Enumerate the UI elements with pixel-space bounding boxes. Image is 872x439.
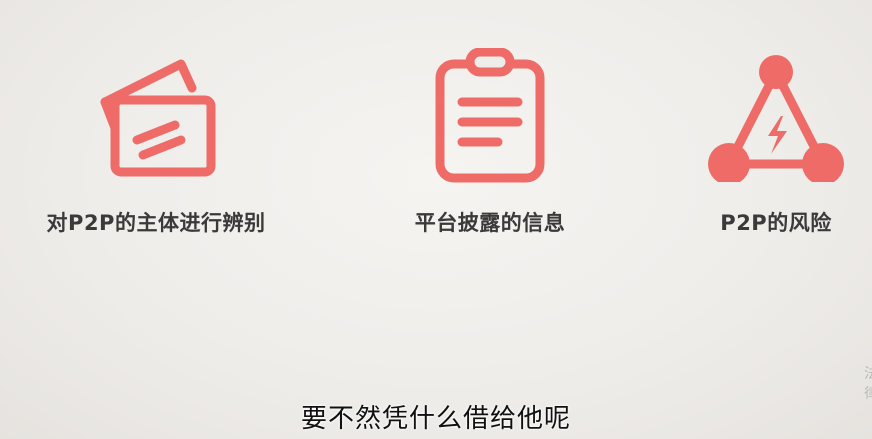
id-cards-icon: [100, 59, 216, 177]
risk-triangle-icon: [708, 55, 844, 182]
item-p2p-risk: P2P的风险: [656, 0, 872, 250]
item-label: 平台披露的信息: [414, 211, 566, 235]
item-subject-identification: 对P2P的主体进行辨别: [36, 0, 276, 250]
item-label: 对P2P的主体进行辨别: [46, 211, 266, 235]
item-platform-disclosure: 平台披露的信息: [370, 0, 610, 250]
video-subtitle: 要不然凭什么借给他呢: [300, 404, 571, 434]
item-label: P2P的风险: [720, 211, 832, 235]
lightning-icon: [768, 116, 787, 154]
clipboard-icon: [435, 48, 545, 183]
edge-watermark: 法 律: [864, 366, 872, 402]
